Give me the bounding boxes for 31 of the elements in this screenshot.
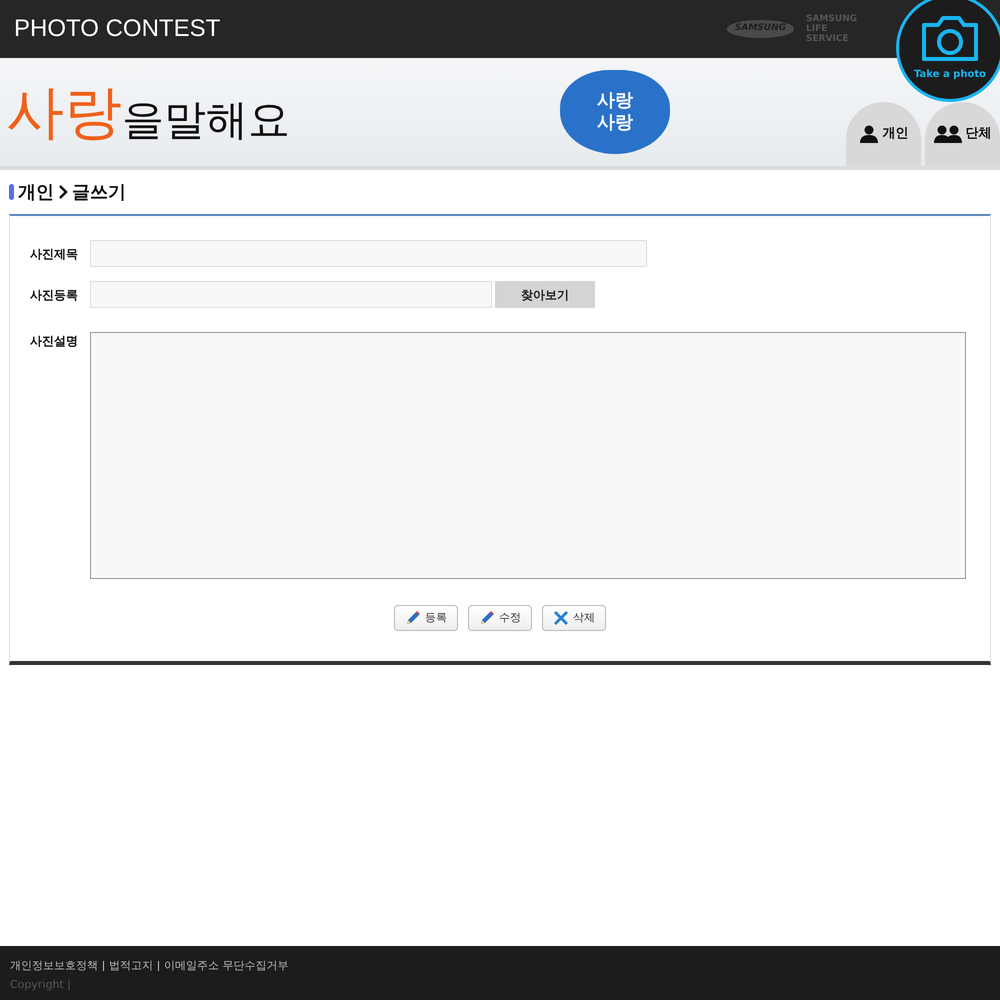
action-button[interactable]: 삭제 [542, 605, 606, 631]
field-label: 사진제목 [30, 246, 79, 262]
chevron-right-icon [58, 184, 68, 200]
copyright-text: Copyright | [10, 976, 72, 993]
field-label: 사진등록 [30, 286, 79, 304]
input-field[interactable] [90, 240, 647, 267]
footer-link[interactable]: 이메일주소 무단수집거부 [164, 958, 288, 974]
footer-link[interactable]: 법적고지 [109, 958, 153, 974]
pencil-icon [479, 610, 495, 626]
pencil-icon [405, 610, 421, 626]
people-icon [934, 125, 962, 143]
nav-button[interactable]: 개인 [846, 102, 921, 166]
action-button[interactable]: 등록 [394, 605, 458, 631]
input-field[interactable] [90, 281, 492, 308]
action-button[interactable]: 수정 [468, 605, 532, 631]
field-label: 사진설명 [30, 333, 79, 350]
nav-button[interactable]: 단체 [925, 102, 1000, 166]
cross-icon [553, 610, 569, 626]
heading-marker [9, 184, 14, 200]
footer-link[interactable]: 개인정보보호정책 [10, 958, 98, 974]
heart-logo-text: 사랑 사랑 [596, 90, 634, 134]
breadcrumb-item[interactable]: 개인 [18, 178, 54, 206]
take-photo-label: Take a photo [914, 68, 986, 82]
site-title: PHOTO CONTEST [14, 14, 220, 44]
text-area[interactable] [90, 332, 966, 579]
take-photo-button[interactable]: Take a photo [896, 0, 1000, 102]
breadcrumb-item: 글쓰기 [72, 180, 126, 204]
slogan-accent: 사랑 [6, 83, 122, 141]
person-icon [858, 125, 878, 143]
slogan-text: 을말해요 [122, 99, 290, 141]
browse-button[interactable]: 찾아보기 [495, 281, 595, 308]
